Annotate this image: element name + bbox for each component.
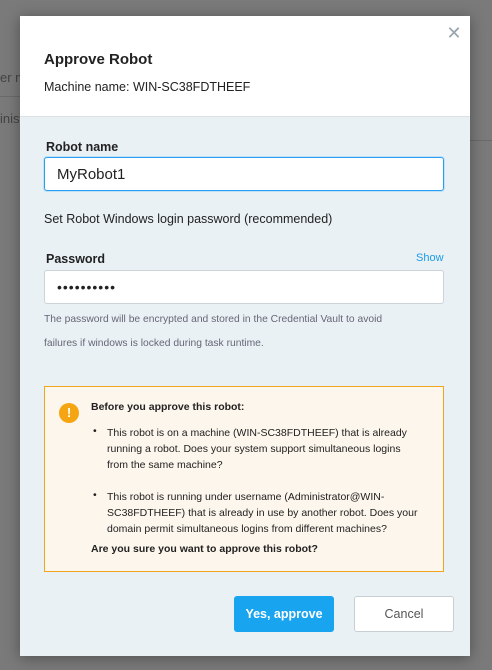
password-input[interactable] xyxy=(44,270,444,304)
show-password-link[interactable]: Show xyxy=(416,252,444,264)
machine-name-value: WIN-SC38FDTHEEF xyxy=(132,80,251,94)
password-section-text: Set Robot Windows login password (recomm… xyxy=(44,212,333,226)
warning-box: ! Before you approve this robot: • This … xyxy=(44,386,444,572)
password-hint-line1: The password will be encrypted and store… xyxy=(44,314,383,325)
background-text-fragment: inistr xyxy=(0,96,22,141)
password-hint-line2: failures if windows is locked during tas… xyxy=(44,338,264,349)
approve-button[interactable]: Yes, approve xyxy=(234,596,334,632)
background-divider xyxy=(470,140,492,141)
warning-question: Are you sure you want to approve this ro… xyxy=(91,543,318,555)
warning-bullet: • xyxy=(93,425,97,437)
dialog-header: Approve Robot Machine name: WIN-SC38FDTH… xyxy=(20,16,470,117)
cancel-button[interactable]: Cancel xyxy=(354,596,454,632)
warning-icon: ! xyxy=(59,403,79,423)
warning-item: This robot is running under username (Ad… xyxy=(107,489,433,537)
warning-item-line: domain permit simultaneous logins from d… xyxy=(107,523,387,535)
password-label: Password xyxy=(46,252,106,266)
warning-item-line: This robot is on a machine (WIN-SC38FDTH… xyxy=(107,427,407,439)
warning-heading: Before you approve this robot: xyxy=(91,401,245,413)
warning-item-line: running a robot. Does your system suppor… xyxy=(107,443,401,455)
robot-name-input[interactable] xyxy=(44,157,444,191)
close-icon[interactable]: ✕ xyxy=(444,23,464,43)
warning-item-line: from the same machine? xyxy=(107,459,223,471)
warning-item: This robot is on a machine (WIN-SC38FDTH… xyxy=(107,425,433,473)
machine-name-label: Machine name: xyxy=(44,80,130,94)
warning-item-line: This robot is running under username (Ad… xyxy=(107,491,385,503)
warning-bullet: • xyxy=(93,489,97,501)
robot-name-label: Robot name xyxy=(46,140,119,154)
approve-robot-dialog: Approve Robot Machine name: WIN-SC38FDTH… xyxy=(20,16,470,656)
background-text-fragment: er m xyxy=(0,70,22,85)
dialog-title: Approve Robot xyxy=(44,51,153,68)
warning-item-line: SC38FDTHEEF) that is already in use by a… xyxy=(107,507,418,519)
machine-name-line: Machine name: WIN-SC38FDTHEEF xyxy=(44,80,250,94)
